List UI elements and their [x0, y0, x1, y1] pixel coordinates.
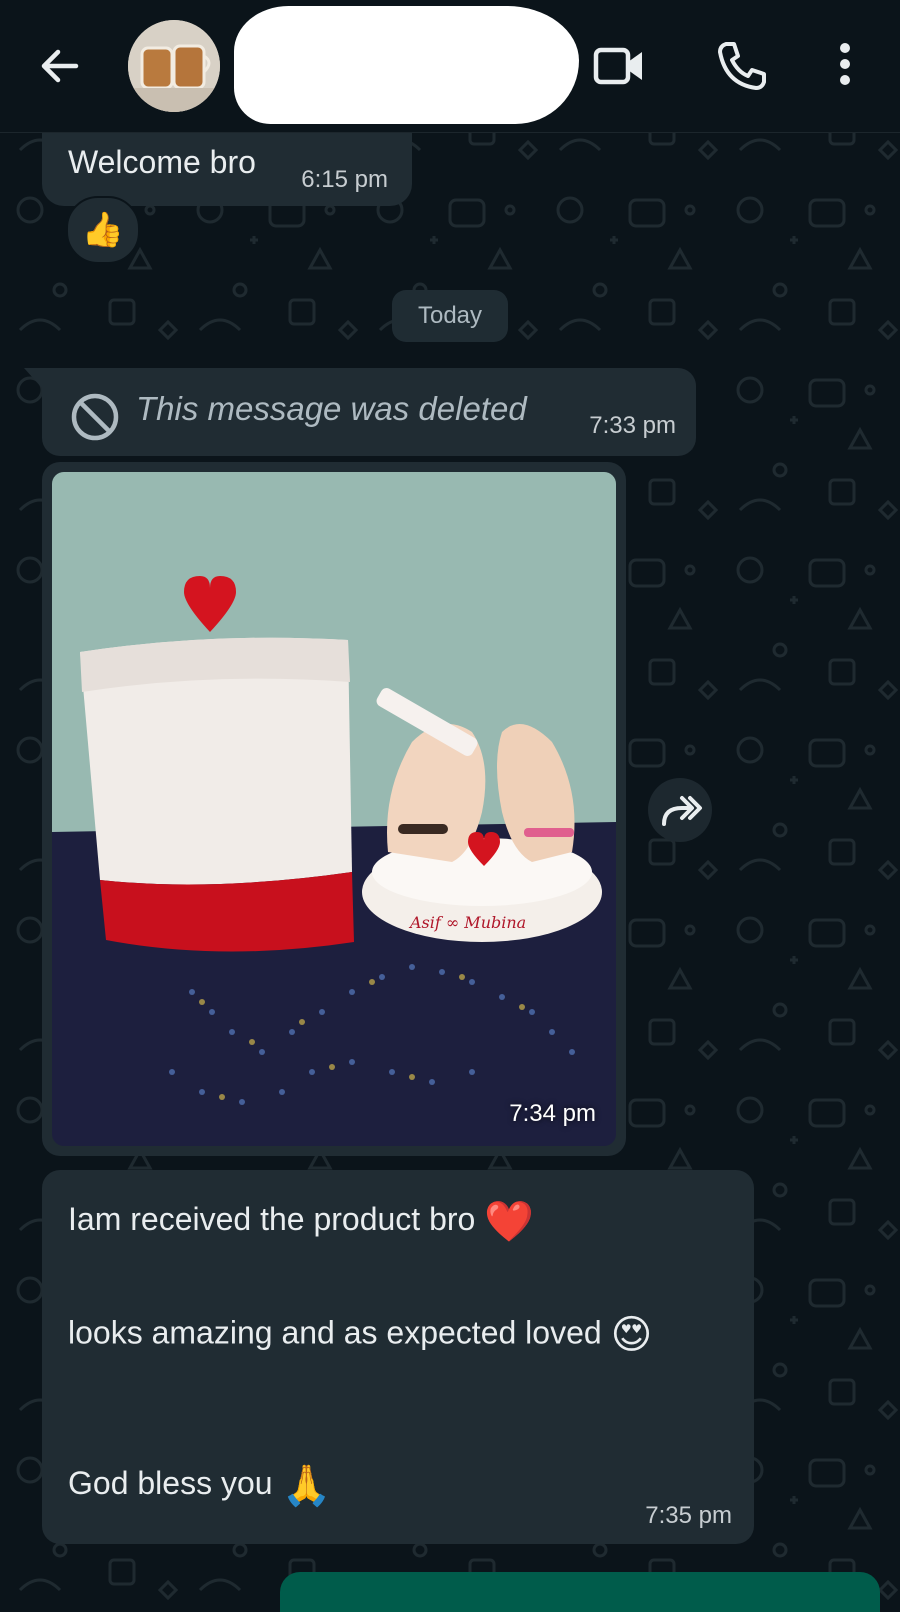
more-vertical-icon	[840, 43, 850, 85]
product-photo-image: Asif ∞ Mubina	[52, 472, 616, 1146]
video-camera-icon	[593, 47, 642, 85]
message-time: 7:33 pm	[589, 412, 676, 439]
chat-header	[0, 0, 900, 133]
avatar-image	[128, 20, 220, 112]
incoming-message[interactable]: Welcome bro 6:15 pm	[42, 126, 412, 206]
phone-icon	[718, 42, 766, 90]
forward-icon	[662, 796, 702, 826]
message-text: God bless you	[68, 1464, 273, 1501]
message-time: 6:15 pm	[301, 166, 388, 193]
bubble-tail	[24, 368, 42, 388]
deleted-message[interactable]: This message was deleted 7:33 pm	[24, 368, 696, 456]
deleted-message-text: This message was deleted	[136, 390, 527, 427]
video-call-button[interactable]	[592, 38, 650, 94]
image-message[interactable]: Asif ∞ Mubina 7:34 pm	[42, 462, 626, 1156]
red-heart-emoji: ❤️	[484, 1200, 535, 1244]
arrow-left-icon	[41, 49, 79, 83]
message-time: 7:35 pm	[645, 1502, 732, 1529]
message-line: looks amazing and as expected loved 😍	[68, 1312, 652, 1358]
date-separator: Today	[392, 290, 508, 342]
message-line: God bless you 🙏	[68, 1462, 331, 1509]
contact-avatar[interactable]	[128, 20, 220, 112]
reaction-thumbs-up[interactable]: 👍	[66, 196, 140, 264]
message-line: Iam received the product bro ❤️	[68, 1198, 534, 1245]
incoming-message[interactable]: Iam received the product bro ❤️ looks am…	[42, 1170, 754, 1544]
back-button[interactable]	[36, 42, 84, 90]
message-text: looks amazing and as expected loved	[68, 1314, 602, 1351]
ban-icon	[71, 393, 119, 441]
svg-text:Asif ∞ Mubina: Asif ∞ Mubina	[408, 913, 526, 932]
more-options-button[interactable]	[818, 38, 872, 94]
message-text: Welcome bro	[68, 144, 256, 180]
message-time: 7:34 pm	[509, 1100, 596, 1127]
contact-name[interactable]	[234, 6, 579, 124]
outgoing-message[interactable]	[280, 1572, 880, 1612]
forward-button[interactable]	[648, 778, 712, 842]
product-photo[interactable]: Asif ∞ Mubina 7:34 pm	[52, 472, 616, 1146]
voice-call-button[interactable]	[712, 38, 770, 94]
folded-hands-emoji: 🙏	[281, 1464, 332, 1508]
heart-eyes-emoji: 😍	[610, 1313, 653, 1357]
message-text: Iam received the product bro	[68, 1200, 476, 1237]
